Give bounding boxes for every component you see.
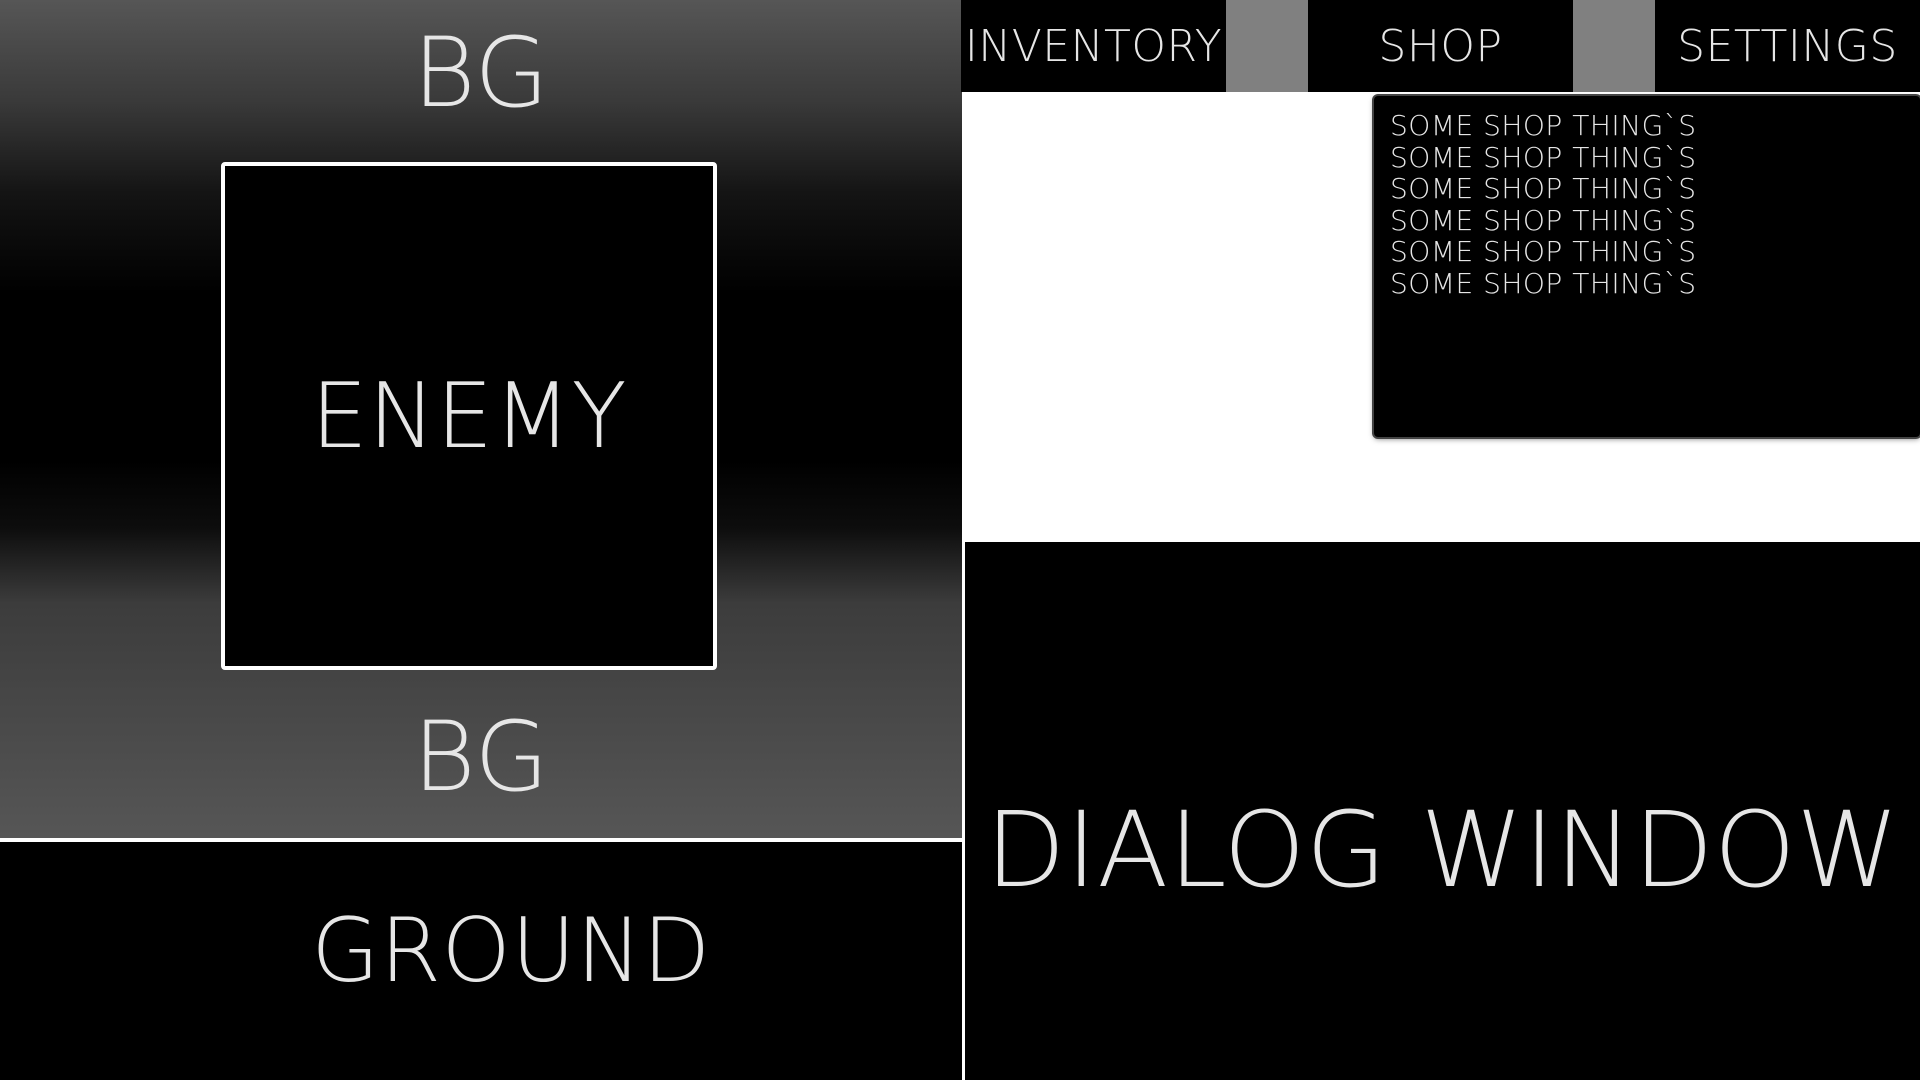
shop-item[interactable]: SOME SHOP THING`S [1390,141,1904,174]
dialog-text: DIALOG WINDOW [985,789,1900,911]
enemy-label: ENEMY [310,363,628,469]
dialog-window[interactable]: DIALOG WINDOW [965,542,1920,1080]
shop-dropdown-panel: SOME SHOP THING`S SOME SHOP THING`S SOME… [1374,96,1920,437]
game-screen: BG ENEMY BG GROUND INVENTORY SHOP SETTIN… [0,0,1920,1080]
tab-inventory[interactable]: INVENTORY [961,0,1226,92]
ground-area: GROUND [0,842,962,1080]
tab-shop[interactable]: SHOP [1308,0,1573,92]
menu-divider [1573,0,1655,92]
top-menu-bar: INVENTORY SHOP SETTINGS [961,0,1920,92]
tab-settings[interactable]: SETTINGS [1655,0,1920,92]
menu-divider [1226,0,1308,92]
battle-scene: BG ENEMY BG [0,0,962,838]
ground-label: GROUND [311,898,711,1002]
shop-item[interactable]: SOME SHOP THING`S [1390,267,1904,300]
shop-item[interactable]: SOME SHOP THING`S [1390,236,1904,268]
tab-inventory-label: INVENTORY [964,20,1223,72]
shop-item[interactable]: SOME SHOP THING`S [1390,173,1904,205]
background-label-top: BG [412,17,550,129]
enemy-sprite[interactable]: ENEMY [221,162,717,670]
shop-item[interactable]: SOME SHOP THING`S [1390,204,1904,237]
background-label-bottom: BG [412,701,550,813]
shop-item[interactable]: SOME SHOP THING`S [1390,110,1904,142]
tab-settings-label: SETTINGS [1677,20,1898,72]
tab-shop-label: SHOP [1378,20,1503,72]
